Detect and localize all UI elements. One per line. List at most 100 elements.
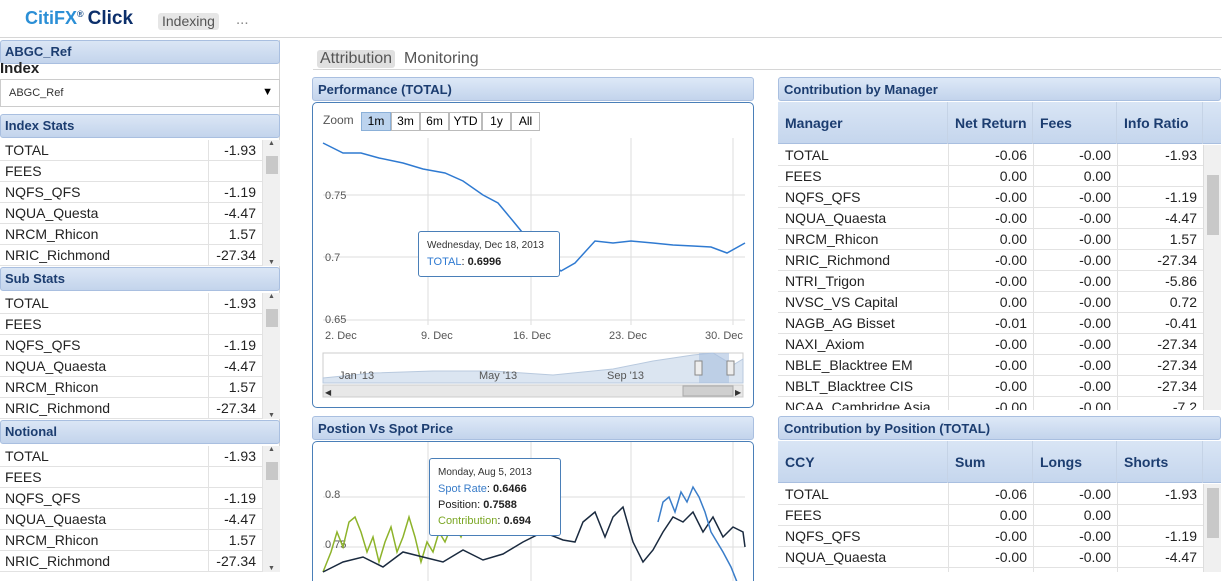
- row-value: -27.34: [1157, 252, 1197, 268]
- row-label: NQFS_QFS: [785, 528, 861, 544]
- x-tick-2dec: 2. Dec: [325, 330, 357, 342]
- stats-row-name: FEES: [5, 316, 42, 332]
- table-scrollbar[interactable]: [1203, 484, 1221, 572]
- column-header[interactable]: Manager: [778, 102, 948, 144]
- stats-row[interactable]: NRCM_Rhicon 1.57: [0, 377, 280, 398]
- app-logo[interactable]: CitiFX® Click: [25, 8, 133, 30]
- stats-row[interactable]: NRIC_Richmond -27.34: [0, 551, 280, 572]
- table-row[interactable]: NQFS_QFS -0.00 -0.00 -1.19: [778, 526, 1221, 547]
- scroll-thumb[interactable]: [1207, 175, 1219, 235]
- stats-row-value: -1.93: [224, 142, 256, 158]
- stats-row[interactable]: NQUA_Quaesta -4.47: [0, 509, 280, 530]
- column-header[interactable]: CCY: [778, 441, 948, 483]
- row-value: -0.00: [1079, 252, 1111, 268]
- table-row[interactable]: TOTAL -0.06 -0.00 -1.93: [778, 484, 1221, 505]
- table-row[interactable]: NAXI_Axiom -0.00 -0.00 -27.34: [778, 334, 1221, 355]
- row-value: -0.00: [1079, 189, 1111, 205]
- row-label: NVSC_VS Capital: [785, 294, 898, 310]
- row-label: NRCM_Rhicon: [785, 231, 879, 247]
- stats-row[interactable]: FEES: [0, 161, 280, 182]
- tab-attribution[interactable]: Attribution: [317, 50, 396, 68]
- row-value: -27.34: [1157, 357, 1197, 373]
- stats-scrollbar[interactable]: ▲ ▼: [262, 140, 280, 266]
- row-value: -0.00: [1079, 273, 1111, 289]
- scroll-right-icon[interactable]: ▶: [735, 388, 742, 397]
- table-scrollbar[interactable]: [1203, 145, 1221, 410]
- stats-row[interactable]: FEES: [0, 467, 280, 488]
- table-row[interactable]: NQUA_Quaesta -0.00 -0.00 -4.47: [778, 208, 1221, 229]
- stats-row[interactable]: NRCM_Rhicon 1.57: [0, 530, 280, 551]
- table-row[interactable]: NAGB_AG Bisset -0.01 -0.00 -0.41: [778, 313, 1221, 334]
- stats-row-value: 1.57: [228, 226, 256, 242]
- navigator-scrollbar[interactable]: [322, 384, 744, 398]
- scroll-down-icon[interactable]: ▼: [268, 565, 275, 572]
- stats-row[interactable]: TOTAL -1.93: [0, 140, 280, 161]
- navigator-scroll-thumb[interactable]: [682, 385, 734, 397]
- tab-monitoring[interactable]: Monitoring: [404, 50, 479, 68]
- column-divider: [208, 293, 209, 419]
- table-row[interactable]: FEES 0.00 0.00: [778, 505, 1221, 526]
- scroll-down-icon[interactable]: ▼: [268, 412, 275, 419]
- table-row[interactable]: TOTAL -0.06 -0.00 -1.93: [778, 145, 1221, 166]
- performance-header: Performance (TOTAL): [312, 77, 754, 101]
- row-value: -0.00: [1079, 549, 1111, 565]
- stats-row[interactable]: NQFS_QFS -1.19: [0, 182, 280, 203]
- column-header[interactable]: Fees: [1033, 102, 1117, 144]
- row-value: 0.00: [999, 168, 1027, 184]
- scroll-down-icon[interactable]: ▼: [268, 259, 275, 266]
- table-header: CCY Sum Longs Shorts: [778, 441, 1221, 483]
- stats-row[interactable]: NQUA_Quaesta -4.47: [0, 356, 280, 377]
- scroll-thumb[interactable]: [266, 309, 278, 327]
- stats-row[interactable]: NQFS_QFS -1.19: [0, 488, 280, 509]
- row-value: 0.72: [1169, 294, 1197, 310]
- scroll-thumb[interactable]: [1207, 488, 1219, 538]
- table-row[interactable]: NRCM_Rhicon 0.00 -0.00 1.57: [778, 229, 1221, 250]
- scroll-up-icon[interactable]: ▲: [268, 140, 275, 147]
- table-row[interactable]: NQUA_Quaesta -0.00 -0.00 -4.47: [778, 547, 1221, 568]
- stats-scrollbar[interactable]: ▲ ▼: [262, 446, 280, 572]
- stats-row[interactable]: NQFS_QFS -1.19: [0, 335, 280, 356]
- stats-row[interactable]: NRCM_Rhicon 1.57: [0, 224, 280, 245]
- scroll-left-icon[interactable]: ◀: [325, 388, 332, 397]
- row-value: -0.00: [1079, 528, 1111, 544]
- stats-row[interactable]: NQUA_Questa -4.47: [0, 203, 280, 224]
- navigator-handle-right[interactable]: [726, 360, 735, 376]
- stats-row[interactable]: TOTAL -1.93: [0, 293, 280, 314]
- table-row[interactable]: NBLT_Blacktree CIS -0.00 -0.00 -27.34: [778, 376, 1221, 397]
- table-row[interactable]: NVSC_VS Capital 0.00 -0.00 0.72: [778, 292, 1221, 313]
- table-row[interactable]: NCAA_Cambridge Asia -0.00 -0.00 -7.2: [778, 397, 1221, 410]
- stats-row[interactable]: NRIC_Richmond -27.34: [0, 245, 280, 266]
- row-value: -27.34: [1157, 336, 1197, 352]
- stats-row[interactable]: NRIC_Richmond -27.34: [0, 398, 280, 419]
- scroll-thumb[interactable]: [266, 156, 278, 174]
- navigator-handle-left[interactable]: [694, 360, 703, 376]
- row-value: -0.00: [1079, 210, 1111, 226]
- navigator-selection[interactable]: [699, 353, 729, 383]
- column-header[interactable]: Sum: [948, 441, 1033, 483]
- breadcrumb-ellipsis[interactable]: ...: [236, 11, 249, 28]
- stats-row[interactable]: FEES: [0, 314, 280, 335]
- table-row[interactable]: NTRI_Trigon -0.00 -0.00 -5.86: [778, 271, 1221, 292]
- table-row[interactable]: FEES 0.00 0.00: [778, 166, 1221, 187]
- stats-row-value: -1.19: [224, 337, 256, 353]
- tab-bar: Attribution Monitoring: [313, 44, 1221, 70]
- column-header[interactable]: Net Return: [948, 102, 1033, 144]
- contrib-position-table: CCY Sum Longs Shorts TOTAL -0.06 -0.00 -1.93 FEE…: [778, 441, 1221, 572]
- table-row[interactable]: NQFS_QFS -0.00 -0.00 -1.19: [778, 187, 1221, 208]
- index-select[interactable]: ABGC_Ref ▼: [0, 79, 280, 107]
- scroll-up-icon[interactable]: ▲: [268, 446, 275, 453]
- scroll-thumb[interactable]: [266, 462, 278, 480]
- tooltip-series: TOTAL: [427, 256, 462, 268]
- column-header[interactable]: Shorts: [1117, 441, 1203, 483]
- stats-scrollbar[interactable]: ▲ ▼: [262, 293, 280, 419]
- chevron-down-icon: ▼: [262, 86, 273, 98]
- column-header[interactable]: Info Ratio: [1117, 102, 1203, 144]
- stats-row[interactable]: TOTAL -1.93: [0, 446, 280, 467]
- breadcrumb-indexing[interactable]: Indexing: [158, 13, 219, 30]
- table-row[interactable]: NRIC_Richmond -0.00 -0.00 -27.34: [778, 250, 1221, 271]
- scroll-up-icon[interactable]: ▲: [268, 293, 275, 300]
- brand-name: CitiFX: [25, 8, 77, 28]
- table-row[interactable]: NBLE_Blacktree EM -0.00 -0.00 -27.34: [778, 355, 1221, 376]
- stats-row-value: -4.47: [224, 358, 256, 374]
- column-header[interactable]: Longs: [1033, 441, 1117, 483]
